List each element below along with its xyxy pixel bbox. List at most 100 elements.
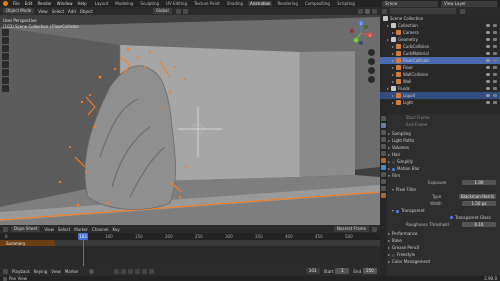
expand-chevron-icon[interactable]: ▸ <box>392 71 394 78</box>
expand-chevron-icon[interactable]: ▸ <box>387 22 389 29</box>
outliner-item[interactable]: ▸ CurbCollision <box>380 43 500 50</box>
measure-tool-icon[interactable] <box>2 85 9 92</box>
render-camera-icon[interactable] <box>493 66 497 69</box>
visibility-eye-icon[interactable] <box>486 80 490 83</box>
section-volumes[interactable]: ▸ Volumes <box>388 144 500 151</box>
start-frame-field[interactable]: 1 <box>335 268 350 274</box>
expand-chevron-icon[interactable]: ▸ <box>392 50 394 57</box>
filter-icon[interactable] <box>460 8 465 14</box>
render-camera-icon[interactable] <box>493 73 497 76</box>
scale-tool-icon[interactable] <box>2 61 9 68</box>
tab-layout[interactable]: Layout <box>93 1 111 6</box>
visibility-eye-icon[interactable] <box>486 101 490 104</box>
snapping-dropdown[interactable]: Nearest Frame <box>333 226 369 232</box>
frame-ruler[interactable]: 0 100 150 200 250 300 350 400 450 500 <box>0 233 380 240</box>
proportional-edit-icon[interactable] <box>182 8 188 14</box>
output-tab-icon[interactable] <box>381 130 386 135</box>
visibility-eye-icon[interactable] <box>486 45 490 48</box>
view-layer-selector[interactable]: View Layer <box>441 0 497 7</box>
constraints-tab-icon[interactable] <box>381 186 386 191</box>
render-camera-icon[interactable] <box>493 31 497 34</box>
transform-tool-icon[interactable] <box>2 69 9 76</box>
checkbox[interactable] <box>392 160 396 164</box>
dope-sheet-mode-dropdown[interactable]: Dope Sheet <box>11 226 41 232</box>
shading-solid-icon[interactable] <box>365 8 370 14</box>
outliner-scene-collection[interactable]: Scene Collection <box>380 15 500 22</box>
rotate-tool-icon[interactable] <box>2 53 9 60</box>
section-freestyle[interactable]: ▸ Freestyle <box>388 251 500 258</box>
viewport-menu-add[interactable]: Add <box>68 9 76 14</box>
outliner-editor-icon[interactable] <box>382 8 387 14</box>
pan-icon[interactable] <box>368 58 375 65</box>
menu-help[interactable]: Help <box>77 1 86 6</box>
menu-file[interactable]: File <box>13 1 20 6</box>
section-motion-blur[interactable]: ▸ Motion Blur <box>388 165 500 172</box>
tab-shading[interactable]: Shading <box>225 1 245 6</box>
visibility-eye-icon[interactable] <box>486 31 490 34</box>
expand-chevron-icon[interactable]: ▸ <box>392 29 394 36</box>
cursor-tool-icon[interactable] <box>2 37 9 44</box>
prev-keyframe-icon[interactable] <box>120 268 126 274</box>
checkbox-checked[interactable] <box>396 209 400 213</box>
play-icon[interactable] <box>134 268 140 274</box>
visibility-eye-icon[interactable] <box>486 94 490 97</box>
scene-selector[interactable]: Scene <box>382 0 438 7</box>
object-mode-dropdown[interactable]: Object Mode <box>3 8 35 14</box>
next-keyframe-icon[interactable] <box>141 268 147 274</box>
outliner-item[interactable]: ▸ Fluids <box>380 85 500 92</box>
dope-menu-view[interactable]: View <box>44 227 54 232</box>
expand-chevron-icon[interactable]: ▸ <box>392 78 394 85</box>
checkbox[interactable] <box>392 253 396 257</box>
perspective-toggle-icon[interactable] <box>368 76 375 83</box>
dope-menu-key[interactable]: Key <box>112 227 119 232</box>
world-tab-icon[interactable] <box>381 151 386 156</box>
end-frame-field[interactable]: 250 <box>363 268 377 274</box>
visibility-eye-icon[interactable] <box>486 38 490 41</box>
outliner-item[interactable]: ▸ Geometry <box>380 36 500 43</box>
summary-channel[interactable]: Summary <box>0 240 380 246</box>
outliner-item[interactable]: ▸ CurbMaterial <box>380 50 500 57</box>
tab-animation[interactable]: Animation <box>248 1 273 6</box>
outliner-item[interactable]: ▸ WallCollision <box>380 71 500 78</box>
render-camera-icon[interactable] <box>493 38 497 41</box>
tab-sculpting[interactable]: Sculpting <box>138 1 161 6</box>
checkbox-checked[interactable] <box>392 167 396 171</box>
3d-viewport[interactable]: Object Mode View Select Add Object Globa… <box>0 7 380 225</box>
section-bake[interactable]: ▸ Bake <box>388 237 500 244</box>
tab-scripting[interactable]: Scripting <box>335 1 357 6</box>
camera-view-icon[interactable] <box>368 67 375 74</box>
render-camera-icon[interactable] <box>493 59 497 62</box>
viewport-menu-object[interactable]: Object <box>80 9 93 14</box>
overlays-icon[interactable] <box>358 8 363 14</box>
menu-edit[interactable]: Edit <box>25 1 33 6</box>
section-pixel-filter[interactable]: ▾ Pixel Filter <box>392 186 500 193</box>
view-menu[interactable]: View <box>51 269 61 274</box>
tab-texture-paint[interactable]: Texture Paint <box>192 1 222 6</box>
render-camera-icon[interactable] <box>493 80 497 83</box>
record-icon[interactable] <box>88 268 94 274</box>
section-simplify[interactable]: ▸ Simplify <box>388 158 500 165</box>
current-frame-field[interactable]: 103 <box>305 268 320 274</box>
expand-chevron-icon[interactable]: ▸ <box>392 57 394 64</box>
material-tab-icon[interactable] <box>381 193 386 198</box>
outliner-item[interactable]: ▸ Liquid <box>380 92 500 99</box>
expand-chevron-icon[interactable]: ▸ <box>387 36 389 43</box>
editor-type-icon[interactable] <box>3 268 8 274</box>
physics-tab-icon[interactable] <box>381 179 386 184</box>
dope-menu-marker[interactable]: Marker <box>74 227 88 232</box>
marker-menu[interactable]: Marker <box>65 269 79 274</box>
section-performance[interactable]: ▸ Performance <box>388 230 500 237</box>
outliner-item[interactable]: ▸ FloorCollision <box>380 57 500 64</box>
viewport-menu-view[interactable]: View <box>38 9 48 14</box>
render-camera-icon[interactable] <box>493 87 497 90</box>
filter-icon[interactable] <box>372 226 377 232</box>
navigation-gizmo[interactable]: X Y Z <box>348 20 374 46</box>
outliner-item[interactable]: ▸ Light <box>380 99 500 106</box>
viewport-menu-select[interactable]: Select <box>52 9 64 14</box>
transform-orientation-dropdown[interactable]: Global <box>152 8 172 14</box>
outliner-item[interactable]: ▸ Collection <box>380 22 500 29</box>
properties-editor[interactable]: Start Frame End Frame ▸ Sampling ▸ Light P… <box>380 114 500 276</box>
checkbox-checked[interactable] <box>450 216 453 219</box>
render-tab-icon[interactable] <box>381 123 386 128</box>
visibility-eye-icon[interactable] <box>486 24 490 27</box>
